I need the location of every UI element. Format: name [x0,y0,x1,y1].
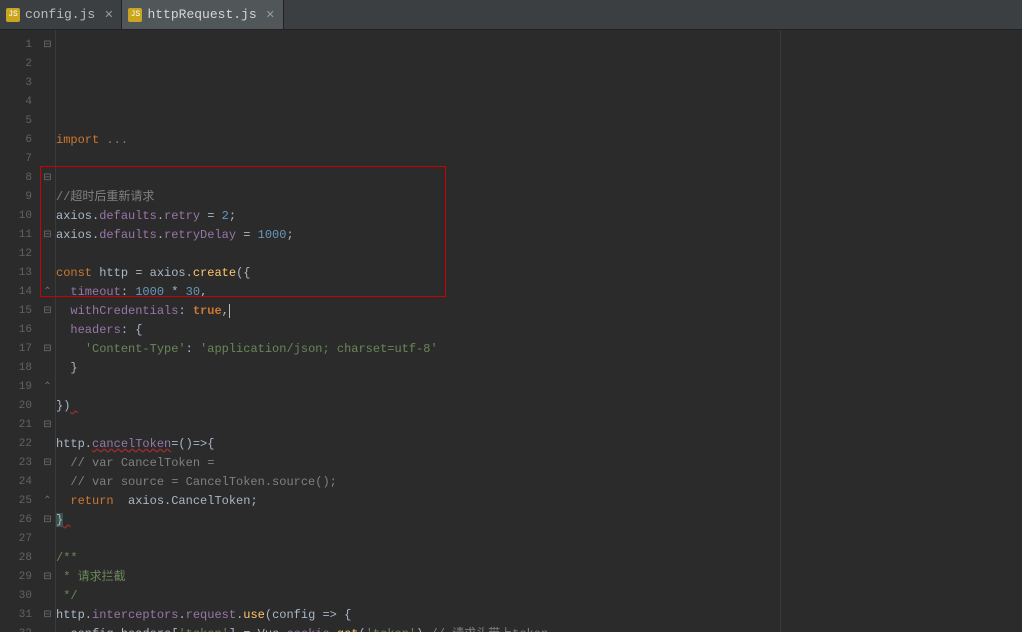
code-line: const http = axios.create({ [56,264,1022,283]
code-line: timeout: 1000 * 30, [56,283,1022,302]
code-line [56,530,1022,549]
code-line [56,245,1022,264]
code-line [56,150,1022,169]
code-line: headers: { [56,321,1022,340]
tab-label: config.js [25,7,95,22]
editor[interactable]: 1234567891011121314151617181920212223242… [0,30,1022,632]
tab-label: httpRequest.js [147,7,256,22]
margin-guide [780,30,781,632]
code-line: // var CancelToken = [56,454,1022,473]
close-icon[interactable]: ✕ [266,8,275,22]
code-line: 'Content-Type': 'application/json; chars… [56,340,1022,359]
tab-httprequest-js[interactable]: JS httpRequest.js ✕ [122,0,283,29]
fold-column: ⊟⊟⊟⌃⊟⊟⌃⊟⊟⌃⊟⊟⊟ [40,30,56,632]
code-line [56,169,1022,188]
code-line: //超时后重新请求 [56,188,1022,207]
code-line: withCredentials: true, [56,302,1022,321]
close-icon[interactable]: ✕ [104,8,113,22]
code-line: /** [56,549,1022,568]
code-line: http.interceptors.request.use(config => … [56,606,1022,625]
code-line: */ [56,587,1022,606]
code-line: } [56,359,1022,378]
code-line: }) [56,397,1022,416]
code-line: } [56,511,1022,530]
line-number-gutter: 1234567891011121314151617181920212223242… [0,30,40,632]
tab-bar: JS config.js ✕ JS httpRequest.js ✕ [0,0,1022,30]
code-line: axios.defaults.retryDelay = 1000; [56,226,1022,245]
code-line: // var source = CancelToken.source(); [56,473,1022,492]
code-line [56,416,1022,435]
code-line: http.cancelToken=()=>{ [56,435,1022,454]
code-line [56,378,1022,397]
code-line: import ... [56,131,1022,150]
code-line: config.headers['token'] = Vue.cookie.get… [56,625,1022,632]
js-file-icon: JS [128,8,142,22]
code-line: * 请求拦截 [56,568,1022,587]
code-area[interactable]: import ... //超时后重新请求axios.defaults.retry … [56,30,1022,632]
code-line: return axios.CancelToken; [56,492,1022,511]
code-line: axios.defaults.retry = 2; [56,207,1022,226]
tab-config-js[interactable]: JS config.js ✕ [0,0,122,29]
js-file-icon: JS [6,8,20,22]
